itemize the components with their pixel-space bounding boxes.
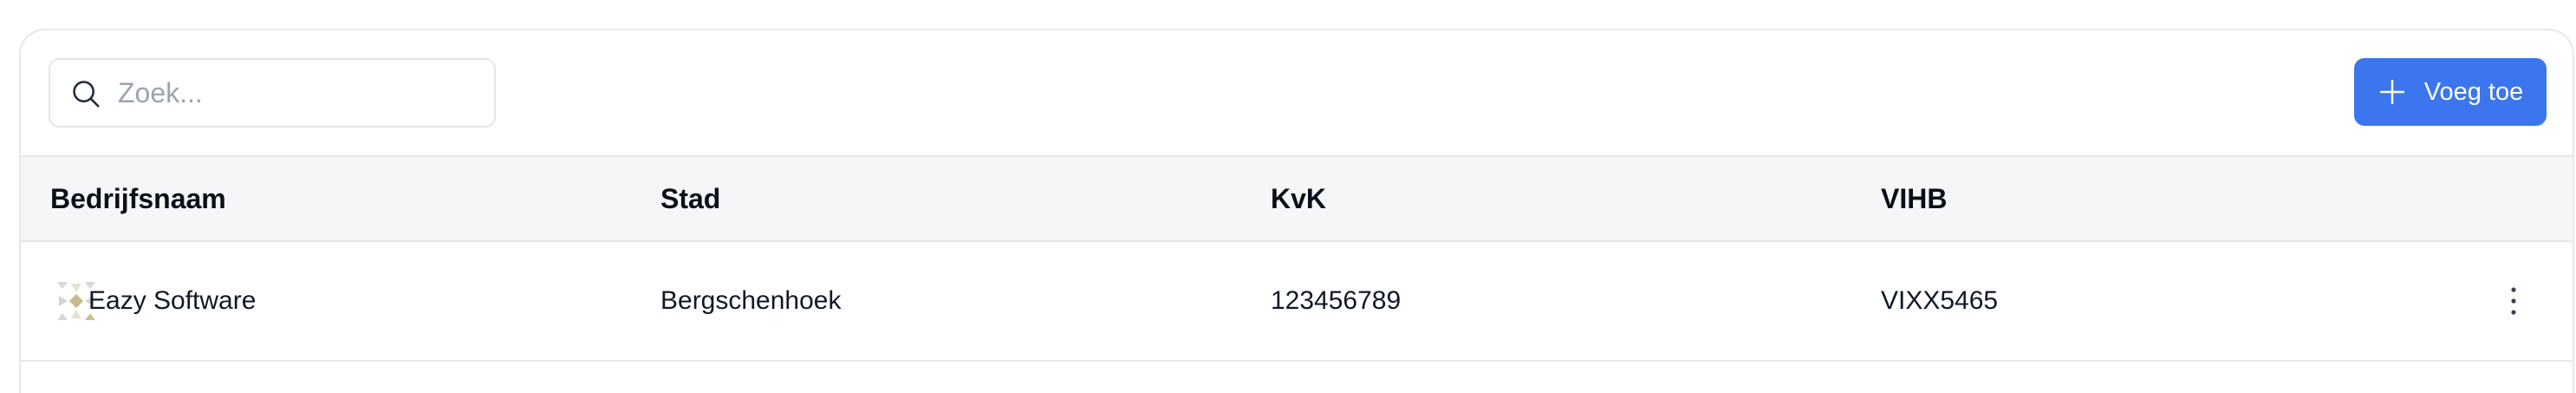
search-icon	[73, 81, 100, 108]
company-kvk: 123456789	[1271, 286, 1402, 315]
column-header-stad[interactable]: Stad	[660, 157, 720, 240]
company-vihb: VIXX5465	[1881, 286, 1999, 315]
add-button[interactable]: Voeg toe	[2354, 58, 2547, 126]
plus-icon	[2379, 79, 2404, 105]
company-city: Bergschenhoek	[660, 286, 842, 315]
column-header-vihb[interactable]: VIHB	[1881, 157, 1947, 240]
add-button-label: Voeg toe	[2423, 77, 2524, 106]
more-vertical-icon[interactable]	[2505, 285, 2522, 317]
companies-card: Voeg toe Bedrijfsnaam Stad KvK VIHB Eazy…	[19, 29, 2574, 393]
table-header: Bedrijfsnaam Stad KvK VIHB	[21, 155, 2573, 242]
column-header-bedrijfsnaam[interactable]: Bedrijfsnaam	[50, 157, 226, 240]
search-box[interactable]	[49, 58, 496, 128]
search-input[interactable]	[118, 72, 482, 114]
table-row[interactable]: Eazy Software Bergschenhoek 123456789 VI…	[21, 242, 2573, 362]
toolbar: Voeg toe	[21, 30, 2573, 155]
column-header-kvk[interactable]: KvK	[1271, 157, 1326, 240]
company-name[interactable]: Eazy Software	[88, 242, 256, 360]
